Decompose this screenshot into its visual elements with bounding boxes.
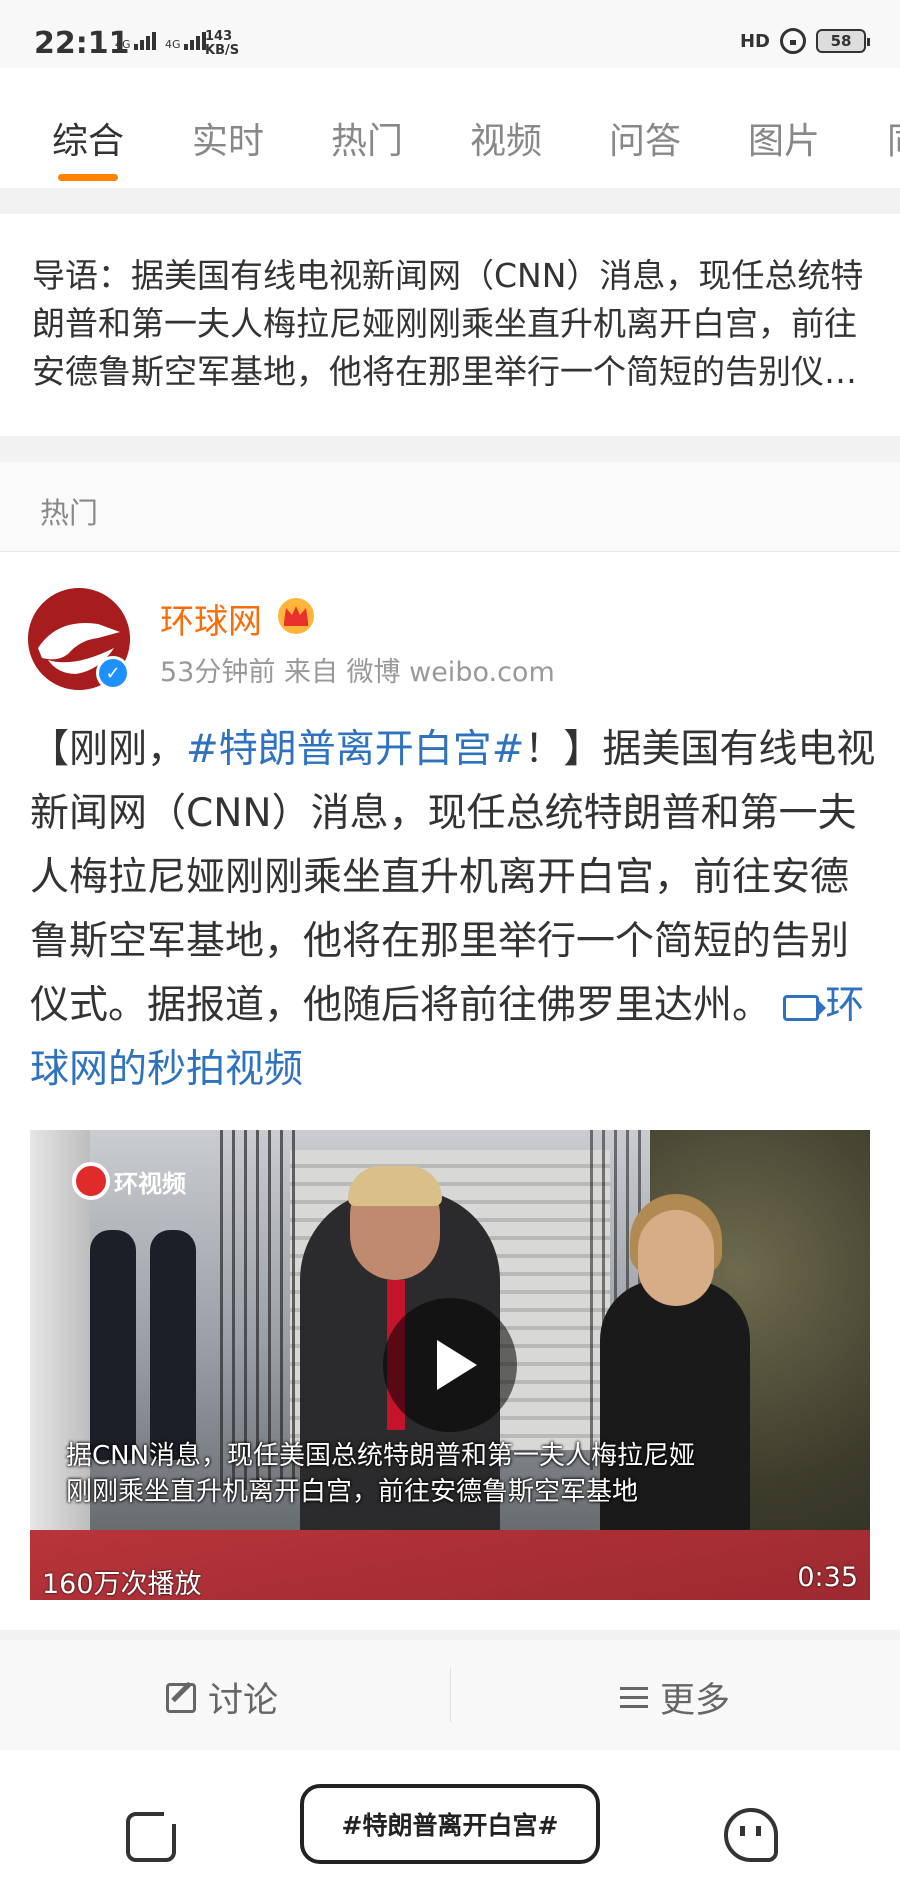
signal-icon: 4G bbox=[115, 32, 158, 50]
chat-icon[interactable] bbox=[724, 1808, 778, 1862]
discuss-label: 讨论 bbox=[208, 1681, 279, 1721]
crown-icon bbox=[278, 598, 314, 634]
author-name[interactable]: 环球网 bbox=[160, 594, 262, 643]
divider bbox=[450, 1668, 451, 1722]
more-label: 更多 bbox=[660, 1681, 731, 1721]
topic-pill-button[interactable]: #特朗普离开白宫# bbox=[300, 1784, 600, 1864]
net-speed: 143 KB/S bbox=[205, 30, 239, 58]
more-button[interactable]: 更多 bbox=[620, 1672, 730, 1723]
post-text: ！】据美国有线电视新闻网（CNN）消息，现任总统特朗普和第一夫人梅拉尼娅刚刚乘坐… bbox=[30, 727, 876, 1028]
post-body: 【刚刚，#特朗普离开白宫#！】据美国有线电视新闻网（CNN）消息，现任总统特朗普… bbox=[30, 718, 880, 1102]
net-speed-value: 143 bbox=[205, 29, 233, 44]
search-tabs: 综合 实时 热门 视频 问答 图片 同 bbox=[0, 82, 900, 190]
video-duration: 0:35 bbox=[797, 1562, 858, 1593]
post-text-prefix: 【刚刚， bbox=[30, 727, 187, 772]
post-meta: 53分钟前 来自 微博 weibo.com bbox=[160, 650, 555, 689]
video-watermark: 环视频 bbox=[72, 1162, 186, 1200]
menu-icon bbox=[620, 1686, 648, 1709]
subtitle-line: 据CNN消息，现任美国总统特朗普和第一夫人梅拉尼娅 bbox=[66, 1441, 696, 1471]
active-tab-indicator bbox=[58, 174, 118, 181]
intro-card[interactable]: 导语：据美国有线电视新闻网（CNN）消息，现任总统特朗普和第一夫人梅拉尼娅刚刚乘… bbox=[0, 214, 900, 436]
status-bar: 22:11 4G 4G 143 KB/S HD 58 bbox=[0, 0, 900, 68]
topic-link[interactable]: #特朗普离开白宫# bbox=[186, 727, 524, 772]
watermark-logo-icon bbox=[72, 1162, 110, 1200]
post-time: 53分钟前 bbox=[160, 657, 276, 688]
tab-hot[interactable]: 热门 bbox=[331, 112, 403, 164]
edit-icon bbox=[166, 1682, 196, 1713]
video-subtitle: 据CNN消息，现任美国总统特朗普和第一夫人梅拉尼娅 刚刚乘坐直升机离开白宫，前往… bbox=[66, 1438, 846, 1510]
play-count: 160万次播放 bbox=[42, 1569, 202, 1600]
verified-icon: ✓ bbox=[96, 656, 130, 690]
watermark-text: 环视频 bbox=[114, 1168, 186, 1198]
tab-comprehensive[interactable]: 综合 bbox=[52, 112, 124, 164]
divider bbox=[0, 436, 900, 462]
signal-label-2: 4G bbox=[165, 38, 181, 51]
divider bbox=[0, 1630, 900, 1640]
tab-qa[interactable]: 问答 bbox=[609, 112, 681, 164]
divider bbox=[0, 188, 900, 214]
discuss-button[interactable]: 讨论 bbox=[166, 1672, 278, 1723]
post-source: 来自 微博 weibo.com bbox=[283, 657, 555, 688]
subtitle-line: 刚刚乘坐直升机离开白宫，前往安德鲁斯空军基地 bbox=[66, 1477, 639, 1507]
signal-icon-2: 4G bbox=[165, 32, 208, 50]
battery-icon: 58 bbox=[816, 29, 870, 53]
compose-icon[interactable] bbox=[126, 1808, 180, 1862]
bottom-nav: #特朗普离开白宫# bbox=[0, 1750, 900, 1900]
tab-more[interactable]: 同 bbox=[887, 112, 900, 164]
video-camera-icon bbox=[783, 994, 827, 1021]
play-button[interactable] bbox=[383, 1298, 517, 1432]
rotation-lock-icon bbox=[780, 28, 806, 54]
net-speed-unit: KB/S bbox=[205, 43, 240, 58]
action-bar: 讨论 更多 bbox=[0, 1640, 900, 1750]
hd-icon: HD bbox=[739, 30, 770, 52]
intro-text: 导语：据美国有线电视新闻网（CNN）消息，现任总统特朗普和第一夫人梅拉尼娅刚刚乘… bbox=[32, 256, 864, 391]
tab-images[interactable]: 图片 bbox=[748, 112, 820, 164]
signal-label: 4G bbox=[115, 38, 131, 51]
section-header: 热门 bbox=[0, 462, 900, 552]
section-label: 热门 bbox=[40, 496, 99, 530]
tab-video[interactable]: 视频 bbox=[470, 112, 542, 164]
tab-realtime[interactable]: 实时 bbox=[192, 112, 264, 164]
video-player[interactable]: 环视频 据CNN消息，现任美国总统特朗普和第一夫人梅拉尼娅 刚刚乘坐直升机离开白… bbox=[30, 1130, 870, 1600]
